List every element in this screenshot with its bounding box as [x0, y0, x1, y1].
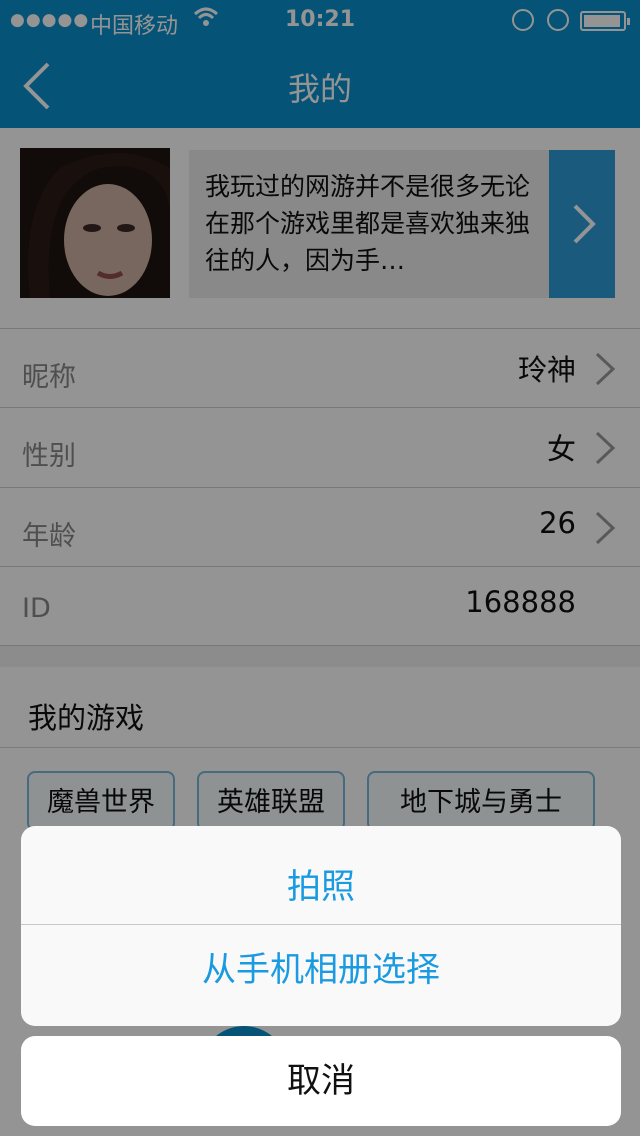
cancel-button[interactable]: 取消: [21, 1036, 621, 1126]
action-sheet: 拍照 从手机相册选择: [21, 826, 621, 1026]
choose-from-album-button[interactable]: 从手机相册选择: [21, 921, 621, 1019]
